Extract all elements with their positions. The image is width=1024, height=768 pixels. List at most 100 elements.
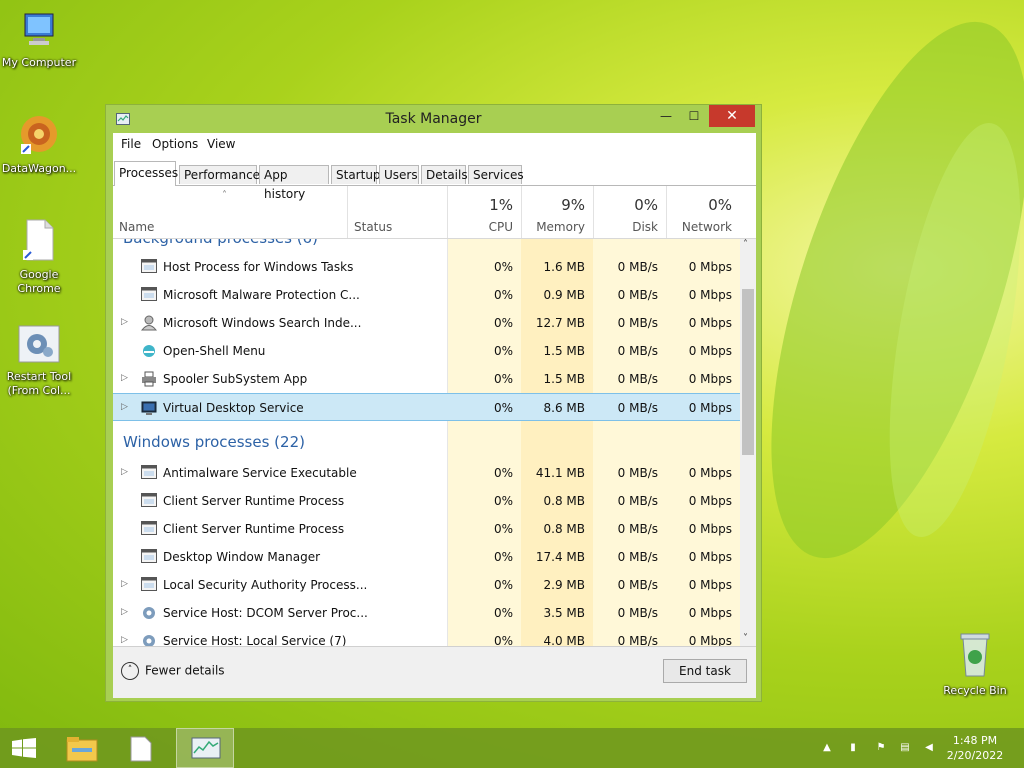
printer-icon (141, 371, 157, 387)
close-button[interactable]: ✕ (709, 105, 755, 127)
taskbar-task-manager[interactable] (176, 728, 234, 768)
end-task-button[interactable]: End task (663, 659, 747, 683)
process-row[interactable]: Open-Shell Menu 0% 1.5 MB 0 MB/s 0 Mbps (113, 337, 740, 365)
chevron-up-circle-icon: ˄ (121, 662, 139, 680)
cpu-cell: 0% (493, 316, 513, 330)
tab-processes[interactable]: Processes (114, 161, 178, 186)
action-center-icon[interactable]: ⚑ (874, 742, 888, 754)
memory-cell: 8.6 MB (543, 401, 585, 415)
cpu-cell: 0% (493, 634, 513, 646)
tab-startup[interactable]: Startup (331, 165, 381, 184)
tab-strip: Processes Performance App history Startu… (113, 161, 756, 201)
process-name: Client Server Runtime Process (163, 494, 345, 508)
taskbar-file-explorer[interactable] (56, 728, 112, 768)
process-row[interactable]: ▷ Service Host: DCOM Server Proc... 0% 3.5 … (113, 599, 740, 627)
desktop-icon-label: My Computer (1, 56, 77, 69)
disk-cell: 0 MB/s (617, 344, 658, 358)
menu-options[interactable]: Options (152, 137, 198, 151)
disk-cell: 0 MB/s (617, 466, 658, 480)
cpu-cell: 0% (493, 578, 513, 592)
process-name: Service Host: Local Service (7) (163, 634, 347, 646)
desktop-icon-my-computer[interactable]: My Computer (0, 10, 78, 70)
process-row[interactable]: ▷ Service Host: Local Service (7) 0% 4.0 MB… (113, 627, 740, 646)
desktop-icon-restart-tool[interactable]: Restart Tool (From Col... (0, 324, 78, 398)
datawagon-icon (21, 116, 57, 154)
minimize-button[interactable]: — (651, 105, 681, 127)
menu-view[interactable]: View (207, 137, 235, 151)
battery-icon[interactable]: ▮ (846, 742, 860, 754)
process-row[interactable]: ▷ Spooler SubSystem App 0% 1.5 MB 0 MB/s 0 Mb… (113, 365, 740, 393)
column-header-status[interactable]: Status (347, 186, 447, 238)
gear-icon (18, 325, 60, 363)
column-header-name[interactable]: ˄ Name (113, 186, 347, 238)
network-cell: 0 Mbps (688, 372, 732, 386)
vertical-scrollbar[interactable]: ˄ ˅ (740, 239, 756, 646)
taskbar-notepad[interactable] (114, 728, 170, 768)
cpu-cell: 0% (493, 260, 513, 274)
disk-cell: 0 MB/s (617, 316, 658, 330)
process-row[interactable]: Client Server Runtime Process 0% 0.8 MB 0 M… (113, 515, 740, 543)
disk-cell: 0 MB/s (617, 494, 658, 508)
expand-arrow-icon[interactable]: ▷ (121, 467, 128, 477)
title-bar[interactable]: Task Manager — ☐ ✕ (106, 105, 761, 133)
maximize-button[interactable]: ☐ (679, 105, 709, 127)
expand-arrow-icon[interactable]: ▷ (121, 402, 128, 412)
gear-icon (141, 605, 157, 619)
expand-arrow-icon[interactable]: ▷ (121, 373, 128, 383)
process-row[interactable]: Desktop Window Manager 0% 17.4 MB 0 MB/s 0 M… (113, 543, 740, 571)
expand-arrow-icon[interactable]: ▷ (121, 317, 128, 327)
window-icon (141, 521, 157, 535)
scroll-down-icon[interactable]: ˅ (743, 633, 748, 644)
windows-logo-icon (12, 738, 36, 758)
network-cell: 0 Mbps (688, 401, 732, 415)
clock[interactable]: 1:48 PM 2/20/2022 (940, 733, 1010, 763)
desktop-icon-datawagon[interactable]: DataWagon... (0, 112, 78, 176)
chevron-up-icon[interactable]: ▲ (820, 742, 834, 754)
disk-cell: 0 MB/s (617, 288, 658, 302)
volume-muted-icon[interactable]: ◀ (922, 742, 936, 754)
memory-cell: 17.4 MB (535, 550, 585, 564)
desktop-icon-google-chrome[interactable]: Google Chrome (0, 218, 78, 296)
process-row[interactable]: Host Process for Windows Tasks 0% 1.6 MB 0 … (113, 253, 740, 281)
start-button[interactable] (0, 728, 48, 768)
expand-arrow-icon[interactable]: ▷ (121, 579, 128, 589)
process-name: Service Host: DCOM Server Proc... (163, 606, 368, 620)
scroll-up-icon[interactable]: ˄ (743, 239, 748, 250)
process-row[interactable]: ▷ Virtual Desktop Service 0% 8.6 MB 0 MB/s 0 … (113, 393, 740, 421)
memory-cell: 0.8 MB (543, 494, 585, 508)
process-row[interactable]: ▷ Microsoft Windows Search Inde... 0% 12.7 … (113, 309, 740, 337)
column-header-memory[interactable]: 9% Memory (521, 186, 593, 238)
column-header-disk[interactable]: 0% Disk (593, 186, 666, 238)
column-header-network[interactable]: 0% Network (666, 186, 740, 238)
desktop-icon-recycle-bin[interactable]: Recycle Bin (936, 630, 1014, 698)
tab-users[interactable]: Users (379, 165, 419, 184)
process-row[interactable]: ▷ Antimalware Service Executable 0% 41.1 MB… (113, 459, 740, 487)
memory-cell: 12.7 MB (535, 316, 585, 330)
tab-services[interactable]: Services (468, 165, 524, 184)
process-row[interactable]: Microsoft Malware Protection C... 0% 0.9 M… (113, 281, 740, 309)
menu-file[interactable]: File (121, 137, 141, 151)
expand-arrow-icon[interactable]: ▷ (121, 607, 128, 617)
process-name: Open-Shell Menu (163, 344, 266, 358)
desktop-icon-label: Google Chrome (17, 268, 61, 295)
tab-details[interactable]: Details (421, 165, 468, 184)
fewer-details-link[interactable]: ˄ Fewer details (121, 662, 225, 680)
process-row[interactable]: ▷ Local Security Authority Process... 0% 2.… (113, 571, 740, 599)
task-manager-window: Task Manager — ☐ ✕ File Options View Pro… (105, 104, 762, 702)
tab-performance[interactable]: Performance (179, 165, 260, 184)
network-cell: 0 Mbps (688, 260, 732, 274)
network-cell: 0 Mbps (688, 606, 732, 620)
network-icon[interactable]: ▤ (898, 742, 912, 754)
column-header-cpu[interactable]: 1% CPU (447, 186, 521, 238)
memory-cell: 0.9 MB (543, 288, 585, 302)
process-row[interactable]: Client Server Runtime Process 0% 0.8 MB 0 M… (113, 487, 740, 515)
expand-arrow-icon[interactable]: ▷ (121, 635, 128, 645)
tab-app-history[interactable]: App history (259, 165, 329, 201)
disk-cell: 0 MB/s (617, 372, 658, 386)
process-name: Spooler SubSystem App (163, 372, 308, 386)
sort-arrow-icon: ˄ (222, 190, 227, 201)
process-name: Host Process for Windows Tasks (163, 260, 354, 274)
scrollbar-thumb[interactable] (742, 289, 754, 455)
process-name: Desktop Window Manager (163, 550, 321, 564)
network-cell: 0 Mbps (688, 344, 732, 358)
